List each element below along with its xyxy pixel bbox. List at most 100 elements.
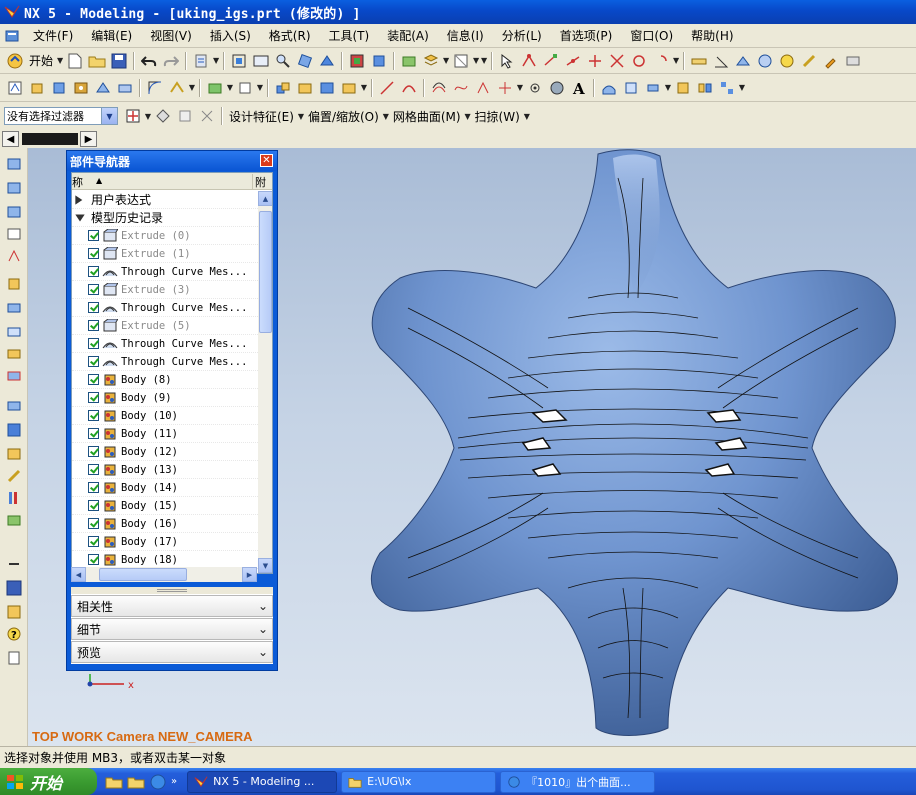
menu-format[interactable]: 格式(R): [260, 27, 320, 44]
visibility-checkbox[interactable]: [88, 248, 99, 259]
patch-icon[interactable]: [4, 344, 24, 364]
tree-node-feature[interactable]: Extrude (0): [72, 227, 258, 245]
chevron-down-icon[interactable]: ▼: [464, 112, 472, 121]
sheet-icon[interactable]: [4, 298, 24, 318]
chevron-down-icon[interactable]: ▼: [442, 56, 450, 65]
chevron-down-icon[interactable]: ▼: [672, 56, 680, 65]
tree-node-feature[interactable]: Body (14): [72, 479, 258, 497]
extract-icon[interactable]: [673, 78, 693, 98]
surface-edit-icon[interactable]: [4, 178, 24, 198]
visibility-checkbox[interactable]: [88, 302, 99, 313]
section-details[interactable]: 细节 ⌄: [71, 618, 273, 640]
section-preview[interactable]: 预览 ⌄: [71, 641, 273, 663]
edge-blend-icon[interactable]: [145, 78, 165, 98]
line-icon[interactable]: [377, 78, 397, 98]
scroll-up-icon[interactable]: ▲: [258, 191, 272, 206]
column-name-header[interactable]: 称: [72, 174, 83, 190]
start-button-label[interactable]: 开始: [29, 52, 53, 69]
navigator-tree[interactable]: 称 ▲ 附 用户表达式 模型历史记录 Extrude (0) Extrude (…: [71, 172, 273, 574]
menu-insert[interactable]: 插入(S): [201, 27, 260, 44]
folder-icon[interactable]: [127, 773, 145, 791]
pattern-icon[interactable]: [4, 510, 24, 530]
tree-node-feature[interactable]: Body (15): [72, 497, 258, 515]
thicken-icon[interactable]: [643, 78, 663, 98]
visibility-checkbox[interactable]: [88, 446, 99, 457]
part-navigator-panel[interactable]: 部件导航器 ✕ 称 ▲ 附 用户表达式 模型历史记录 Extrude (0) E…: [66, 150, 278, 671]
tree-node-feature[interactable]: Through Curve Mes...: [72, 263, 258, 281]
offset-face-icon[interactable]: [4, 322, 24, 342]
tools-icon[interactable]: [4, 602, 24, 622]
tree-node-feature[interactable]: Extrude (5): [72, 317, 258, 335]
tree-node-feature[interactable]: Through Curve Mes...: [72, 299, 258, 317]
select-filter-icon[interactable]: [197, 106, 217, 126]
new-file-icon[interactable]: [65, 51, 85, 71]
chevron-down-icon[interactable]: ▼: [664, 83, 672, 92]
tree-node-feature[interactable]: Body (13): [72, 461, 258, 479]
unite-icon[interactable]: [273, 78, 293, 98]
visibility-checkbox[interactable]: [88, 392, 99, 403]
redo-icon[interactable]: [161, 51, 181, 71]
snap-midpoint-icon[interactable]: [563, 51, 583, 71]
render-style-icon[interactable]: [347, 51, 367, 71]
taskbar-item-browser[interactable]: 『1010』出个曲面...: [500, 770, 656, 793]
save-icon[interactable]: [109, 51, 129, 71]
text-icon[interactable]: A: [569, 78, 589, 98]
visibility-checkbox[interactable]: [88, 338, 99, 349]
save-part-icon[interactable]: [4, 578, 24, 598]
solid-icon[interactable]: [4, 274, 24, 294]
cut-tool-icon[interactable]: [191, 51, 211, 71]
visibility-checkbox[interactable]: [88, 374, 99, 385]
visibility-checkbox[interactable]: [88, 230, 99, 241]
clipboard-icon[interactable]: [4, 648, 24, 668]
draft-icon[interactable]: [4, 466, 24, 486]
chevron-down-icon[interactable]: ▼: [738, 83, 746, 92]
hole-icon[interactable]: [71, 78, 91, 98]
chevron-down-icon[interactable]: ▼: [256, 83, 264, 92]
spiral-icon[interactable]: [547, 78, 567, 98]
chevron-down-icon[interactable]: ▼: [480, 56, 488, 65]
edit-object-icon[interactable]: [399, 51, 419, 71]
type-filter-select[interactable]: 没有选择过滤器 ▼: [4, 107, 118, 125]
ruled-icon[interactable]: [4, 224, 24, 244]
navigator-horizontal-scrollbar[interactable]: ◀ ▶: [71, 567, 257, 582]
menu-window[interactable]: 窗口(O): [621, 27, 682, 44]
arc-icon[interactable]: [399, 78, 419, 98]
expression-icon[interactable]: [4, 554, 24, 574]
chevron-down-icon[interactable]: ⌄: [258, 622, 268, 636]
surface-blend-icon[interactable]: [4, 202, 24, 222]
tree-node-feature[interactable]: Through Curve Mes...: [72, 335, 258, 353]
snap-intersection-icon[interactable]: [607, 51, 627, 71]
curve-ops-icon[interactable]: [4, 246, 24, 266]
navigator-vertical-scrollbar[interactable]: ▲ ▼: [258, 191, 272, 573]
surface-icon[interactable]: [599, 78, 619, 98]
sort-ascending-icon[interactable]: ▲: [96, 176, 102, 185]
tree-node-feature[interactable]: Body (9): [72, 389, 258, 407]
chamfer-icon[interactable]: [167, 78, 187, 98]
trim-sheet-icon[interactable]: [4, 366, 24, 386]
layer-settings-icon[interactable]: [421, 51, 441, 71]
datum-axis-icon[interactable]: [235, 78, 255, 98]
scrollbar-thumb[interactable]: [99, 568, 187, 581]
select-feature-icon[interactable]: [153, 106, 173, 126]
chevron-down-icon[interactable]: ▼: [297, 112, 305, 121]
chevron-down-icon[interactable]: ▼: [101, 108, 117, 124]
tree-node-user-expressions[interactable]: 用户表达式: [72, 191, 258, 209]
chevron-down-icon[interactable]: ▼: [56, 56, 64, 65]
folder-icon[interactable]: [105, 773, 123, 791]
shell-icon[interactable]: [4, 444, 24, 464]
visibility-checkbox[interactable]: [88, 518, 99, 529]
column-attached-header[interactable]: 附: [252, 174, 266, 190]
measure-angle-icon[interactable]: [711, 51, 731, 71]
rotate-view-icon[interactable]: [295, 51, 315, 71]
tree-node-feature[interactable]: Through Curve Mes...: [72, 353, 258, 371]
chevron-down-icon[interactable]: ▼: [212, 56, 220, 65]
taskbar-item-nx[interactable]: NX 5 - Modeling ...: [187, 770, 338, 793]
tree-node-feature[interactable]: Extrude (1): [72, 245, 258, 263]
book-icon[interactable]: [4, 420, 24, 440]
selection-scope-icon[interactable]: [123, 106, 143, 126]
bridge-curve-icon[interactable]: [451, 78, 471, 98]
mirror-icon[interactable]: [695, 78, 715, 98]
menu-assemblies[interactable]: 装配(A): [378, 27, 438, 44]
select-body-icon[interactable]: [175, 106, 195, 126]
sweep-menu[interactable]: 扫掠(W): [475, 108, 520, 125]
